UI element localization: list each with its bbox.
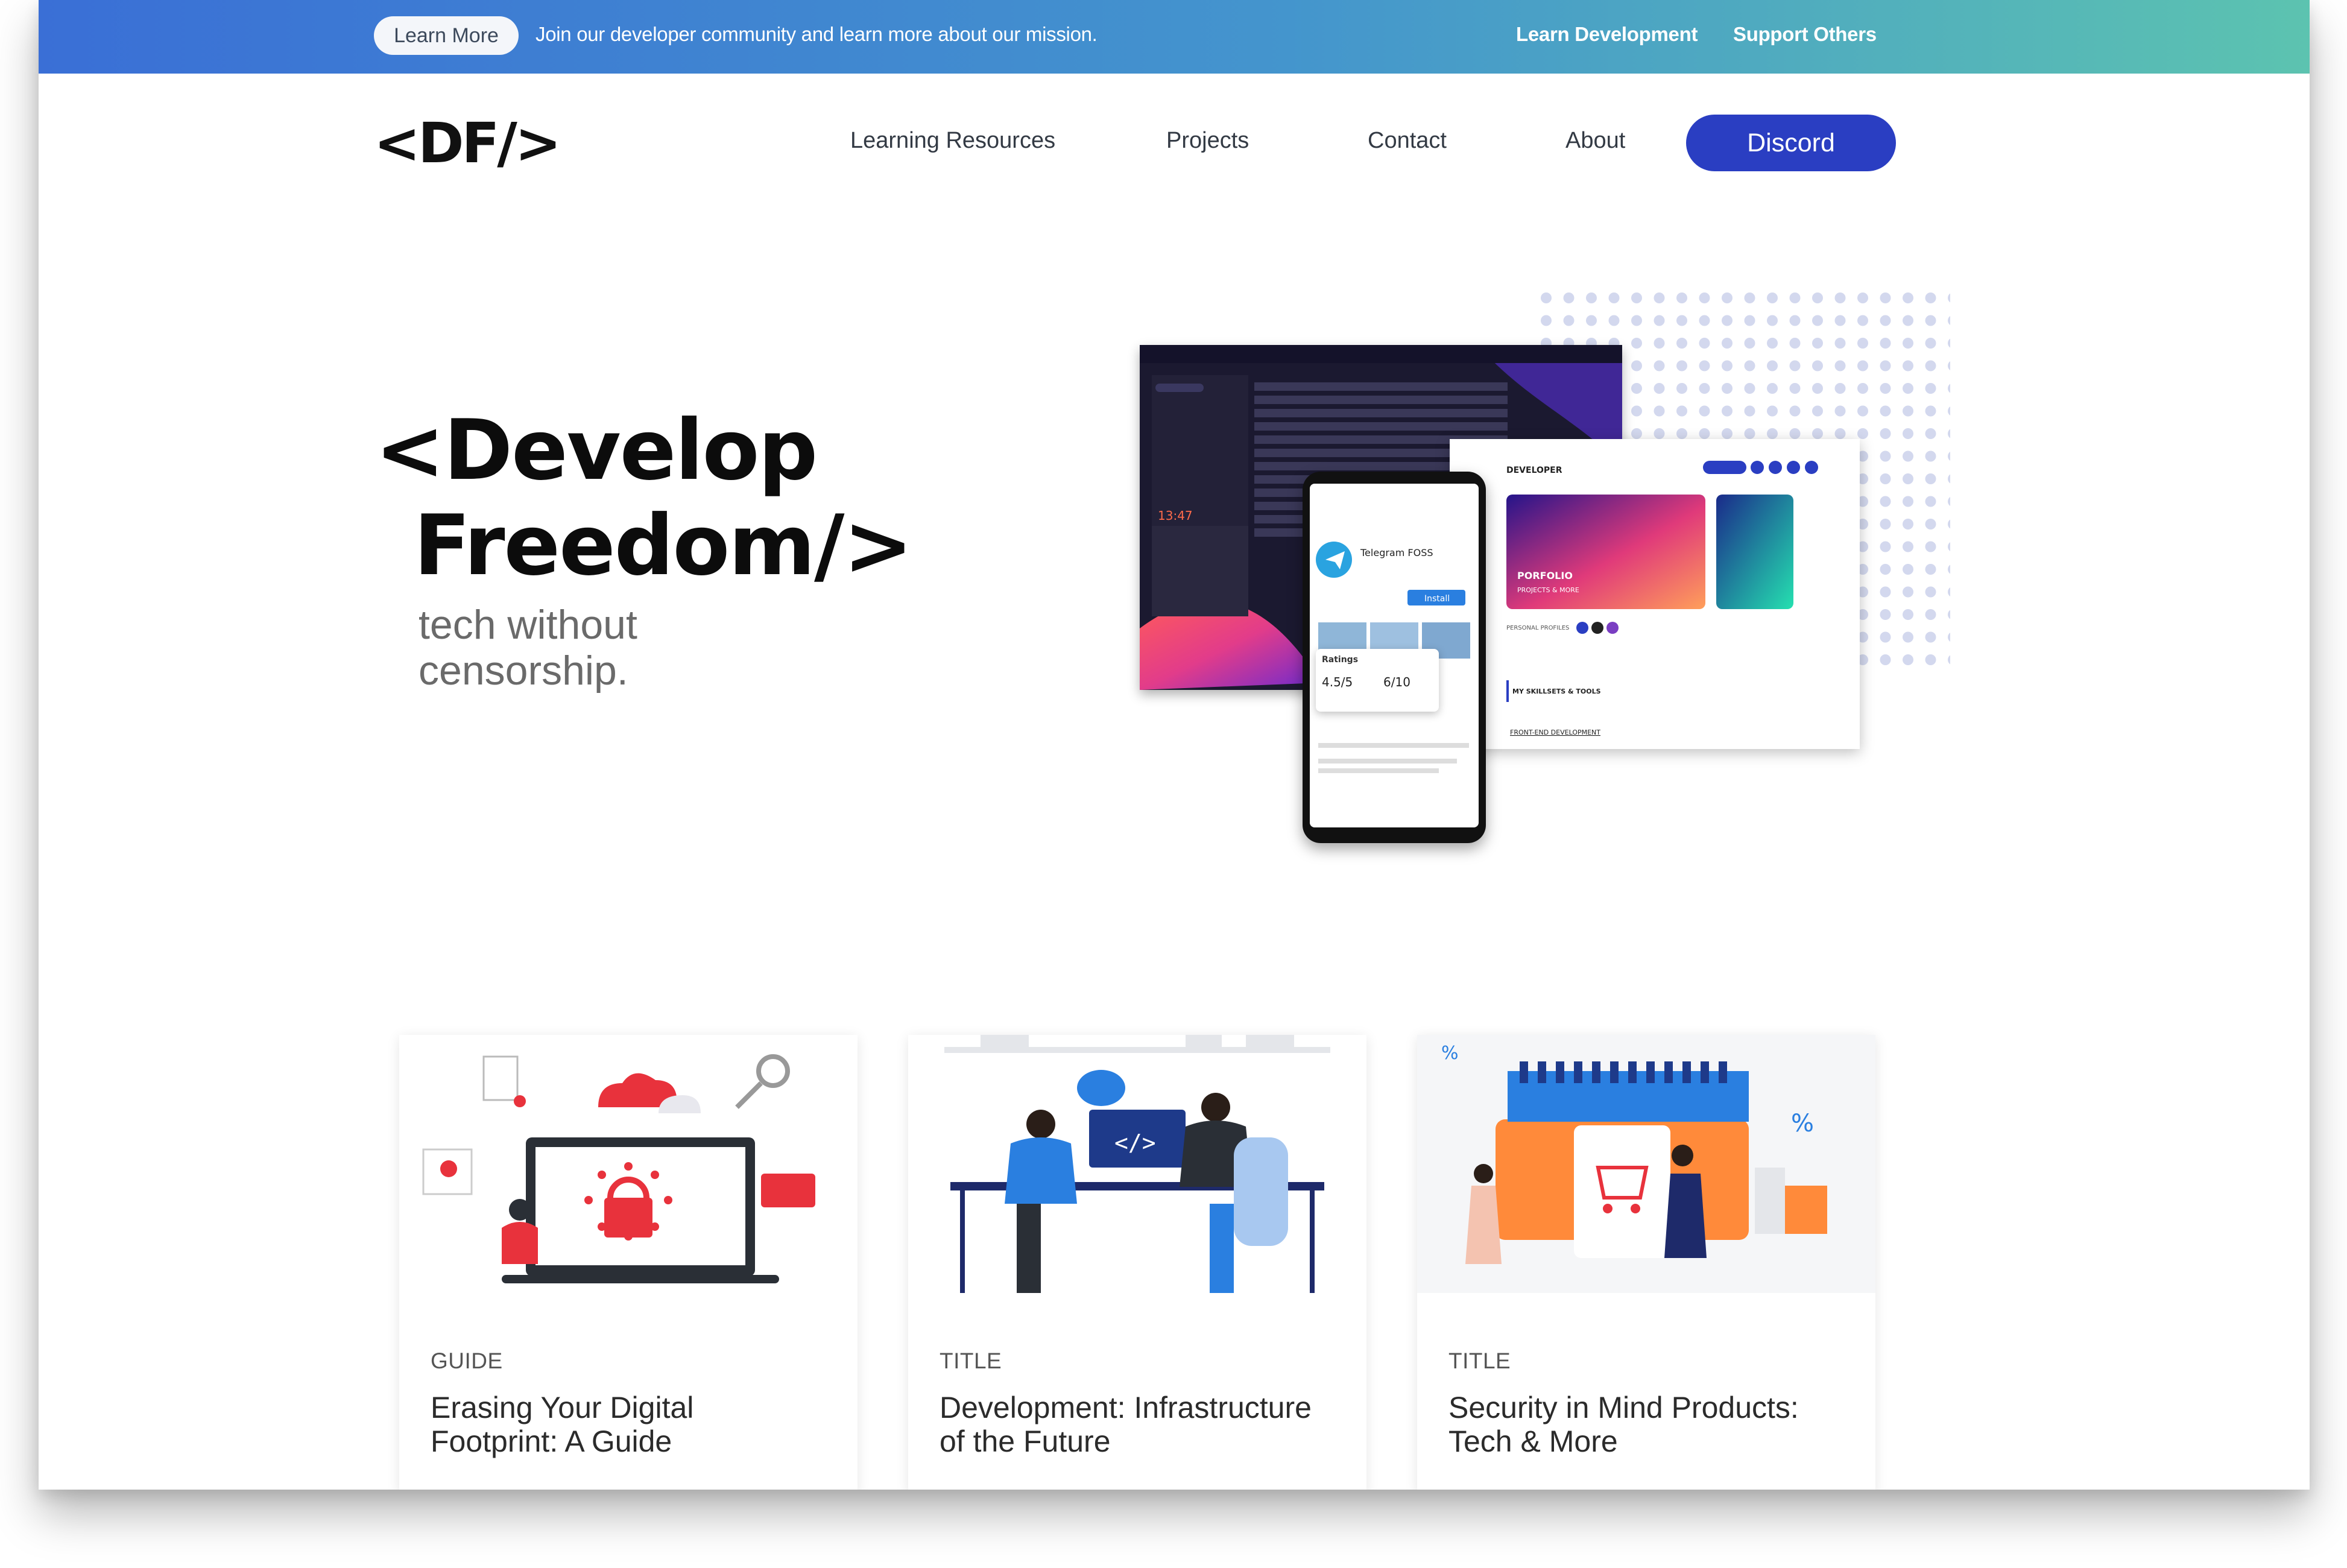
privacy-lock-illustration — [399, 1035, 858, 1293]
portfolio-graphic: DEVELOPER PORFOLIO PROJECTS & MORE PERSO… — [1506, 461, 1818, 736]
site-logo[interactable]: <DF/> — [374, 116, 561, 171]
portfolio-screenshot: DEVELOPER PORFOLIO PROJECTS & MORE PERSO… — [1450, 439, 1860, 749]
support-others-link[interactable]: Support Others — [1733, 23, 1877, 46]
browser-window: Learn More Join our developer community … — [39, 0, 2310, 1490]
svg-text:%: % — [1441, 1043, 1459, 1064]
card-title[interactable]: Security in Mind Products: Tech & More — [1448, 1391, 1846, 1458]
phone-install-button-text: Install — [1424, 594, 1450, 604]
card-title[interactable]: Development: Infrastructure of the Futur… — [940, 1391, 1338, 1458]
developers-coding-illustration: </> — [908, 1035, 1366, 1293]
hero-tagline-line1: tech without — [419, 602, 637, 648]
phone-app-name: Telegram FOSS — [1360, 547, 1433, 558]
ratings-graphic: Ratings 4.5/5 6/10 — [1322, 655, 1410, 689]
nav-about[interactable]: About — [1565, 128, 1625, 154]
hero-title-line2: Freedom/> — [414, 497, 913, 594]
discord-button[interactable]: Discord — [1686, 115, 1896, 171]
top-banner: Learn More Join our developer community … — [39, 0, 2310, 74]
ratings-label: Ratings — [1322, 655, 1358, 665]
nav-projects[interactable]: Projects — [1166, 128, 1249, 154]
article-card-guide[interactable]: GUIDE Erasing Your Digital Footprint: A … — [399, 1035, 858, 1490]
card-category: TITLE — [1448, 1348, 1511, 1373]
article-card-development[interactable]: </> TITLE Development: Infrastructure of… — [908, 1035, 1366, 1490]
card-category: GUIDE — [431, 1348, 503, 1373]
portfolio-card-sub: PROJECTS & MORE — [1517, 586, 1579, 594]
learn-development-link[interactable]: Learn Development — [1516, 23, 1698, 46]
shopping-sale-illustration: % % — [1417, 1035, 1875, 1293]
nav-contact[interactable]: Contact — [1368, 128, 1447, 154]
desktop-clock: 13:47 — [1158, 508, 1193, 523]
learn-more-button[interactable]: Learn More — [374, 16, 519, 55]
svg-text:</>: </> — [1114, 1130, 1156, 1156]
card-title[interactable]: Erasing Your Digital Footprint: A Guide — [431, 1391, 829, 1458]
nav-learning-resources[interactable]: Learning Resources — [850, 128, 1055, 154]
svg-text:%: % — [1791, 1110, 1814, 1137]
portfolio-card-label: PORFOLIO — [1517, 570, 1573, 581]
article-card-security[interactable]: % % TITLE Security in Mind Products: Tec… — [1417, 1035, 1875, 1490]
svg-text:PERSONAL PROFILES: PERSONAL PROFILES — [1506, 625, 1569, 631]
portfolio-link-text: FRONT-END DEVELOPMENT — [1510, 729, 1600, 736]
hero-title-line1: <Develop — [375, 402, 818, 499]
rating-value: 4.5/5 — [1322, 675, 1353, 689]
card-category: TITLE — [940, 1348, 1002, 1373]
privacy-value: 6/10 — [1383, 675, 1410, 689]
ratings-card: Ratings 4.5/5 6/10 — [1316, 649, 1439, 712]
banner-message: Join our developer community and learn m… — [535, 23, 1098, 45]
hero-tagline-line2: censorship. — [419, 648, 628, 694]
portfolio-skills-heading: MY SKILLSETS & TOOLS — [1512, 688, 1601, 695]
portfolio-header-text: DEVELOPER — [1506, 466, 1562, 475]
